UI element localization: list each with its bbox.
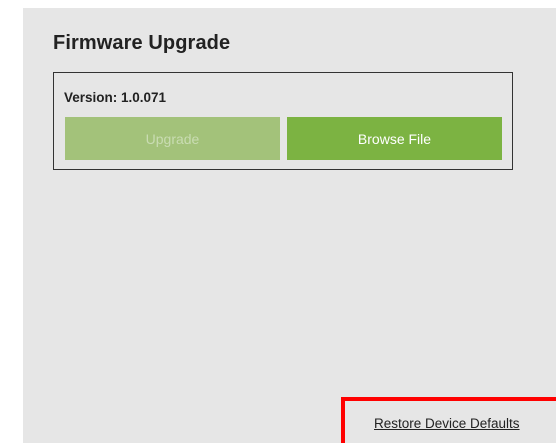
browse-file-button[interactable]: Browse File bbox=[287, 117, 502, 160]
section-title: Firmware Upgrade bbox=[53, 32, 231, 54]
restore-device-defaults-link[interactable]: Restore Device Defaults bbox=[374, 416, 520, 431]
upgrade-button[interactable]: Upgrade bbox=[65, 117, 280, 160]
firmware-version: Version: 1.0.071 bbox=[64, 90, 167, 105]
